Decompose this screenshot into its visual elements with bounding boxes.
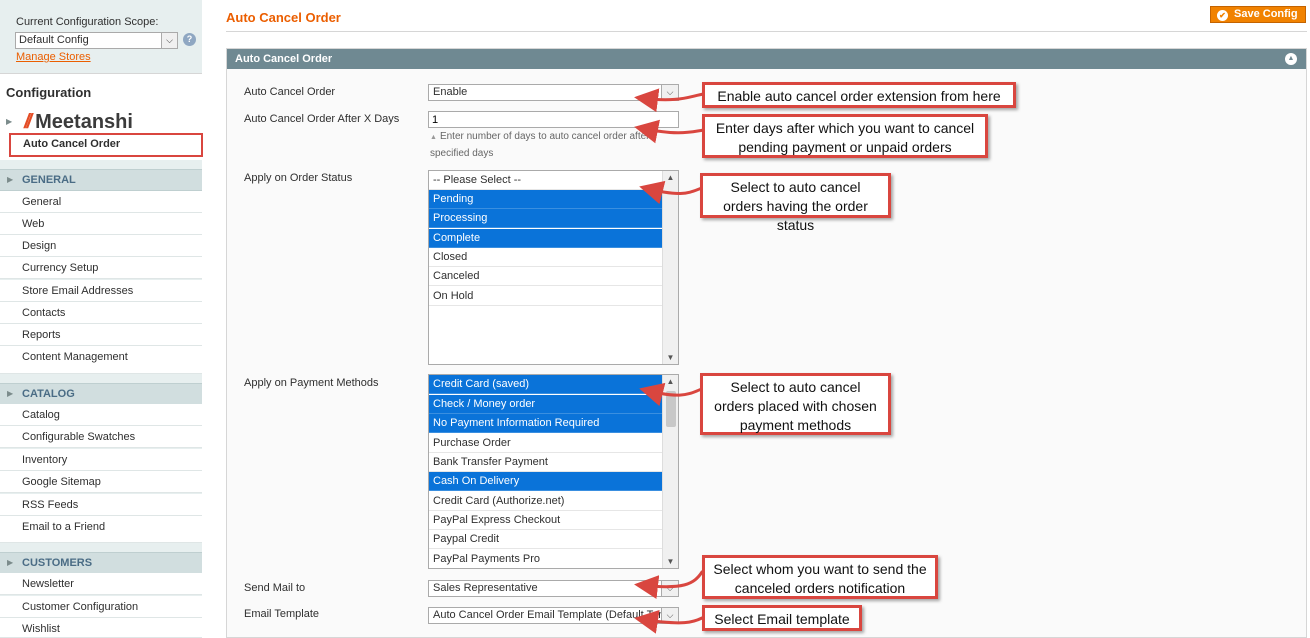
after-days-label: Auto Cancel Order After X Days: [244, 113, 400, 125]
sidebar-item-catalog[interactable]: Catalog: [0, 404, 202, 426]
scope-select-value: Default Config: [19, 34, 89, 46]
sidebar-item-store-email-addresses[interactable]: Store Email Addresses: [0, 280, 202, 302]
order-status-label: Apply on Order Status: [244, 172, 353, 184]
send-mail-select[interactable]: Sales Representative ⌵: [428, 580, 679, 597]
caret-right-icon: ▶: [7, 558, 14, 567]
chevron-down-icon: ⌵: [661, 581, 678, 596]
callout-days: Enter days after which you want to cance…: [702, 114, 988, 158]
save-config-button[interactable]: ✔ Save Config: [1210, 6, 1306, 23]
chevron-down-icon: ⌵: [661, 608, 678, 623]
sidebar-item-customer-configuration[interactable]: Customer Configuration: [0, 596, 202, 618]
auto-cancel-label: Auto Cancel Order: [244, 86, 336, 98]
auto-cancel-value: Enable: [433, 86, 468, 98]
email-template-label: Email Template: [244, 608, 319, 620]
order-status-option[interactable]: Pending: [429, 190, 662, 209]
payment-methods-multiselect[interactable]: Credit Card (saved) Check / Money order …: [428, 374, 679, 569]
payment-method-option[interactable]: Credit Card (Authorize.net): [429, 492, 662, 511]
email-template-value: Auto Cancel Order Email Template (Defaul…: [433, 609, 679, 621]
sidebar-item-general[interactable]: General: [0, 191, 202, 213]
help-icon[interactable]: ?: [183, 33, 196, 46]
callout-status: Select to auto cancel orders having the …: [700, 173, 891, 233]
sidebar-item-contacts[interactable]: Contacts: [0, 302, 202, 324]
check-icon: ✔: [1217, 10, 1228, 21]
section-catalog[interactable]: ▶ CATALOG: [0, 383, 202, 405]
payment-methods-label: Apply on Payment Methods: [244, 377, 379, 389]
collapse-up-icon[interactable]: ▲: [1285, 53, 1297, 65]
callout-template: Select Email template: [702, 605, 862, 631]
payment-method-option[interactable]: PayPal Payments Pro: [429, 550, 662, 568]
sidebar: Current Configuration Scope: Default Con…: [0, 0, 203, 638]
manage-stores-link[interactable]: Manage Stores: [16, 51, 91, 63]
order-status-option[interactable]: Complete: [429, 229, 662, 248]
payment-method-option[interactable]: Credit Card (saved): [429, 375, 662, 394]
order-status-option[interactable]: -- Please Select --: [429, 171, 662, 190]
sidebar-item-web[interactable]: Web: [0, 213, 202, 235]
sidebar-item-inventory[interactable]: Inventory: [0, 449, 202, 471]
after-days-hint: ▲ Enter number of days to auto cancel ord…: [430, 129, 670, 162]
order-status-option[interactable]: On Hold: [429, 287, 662, 306]
order-status-option[interactable]: Closed: [429, 248, 662, 267]
sidebar-item-google-sitemap[interactable]: Google Sitemap: [0, 471, 202, 493]
email-template-select[interactable]: Auto Cancel Order Email Template (Defaul…: [428, 607, 679, 624]
sidebar-item-configurable-swatches[interactable]: Configurable Swatches: [0, 426, 202, 448]
sidebar-item-currency-setup[interactable]: Currency Setup: [0, 257, 202, 279]
section-title: GENERAL: [22, 174, 76, 186]
after-days-input[interactable]: [428, 111, 679, 128]
save-config-label: Save Config: [1234, 8, 1298, 20]
section-title: CATALOG: [22, 388, 75, 400]
section-title: CUSTOMERS: [22, 557, 93, 569]
scroll-down-icon[interactable]: ▼: [663, 353, 678, 362]
scope-select[interactable]: Default Config ⌵: [15, 32, 178, 49]
payment-method-option[interactable]: Paypal Credit: [429, 530, 662, 549]
payment-method-option[interactable]: Check / Money order: [429, 395, 662, 414]
order-status-scrollbar[interactable]: ▲ ▼: [662, 171, 678, 364]
caret-up-icon: ▲: [430, 134, 437, 141]
order-status-option[interactable]: Canceled: [429, 267, 662, 286]
sidebar-item-design[interactable]: Design: [0, 235, 202, 257]
send-mail-value: Sales Representative: [433, 582, 538, 594]
sidebar-item-rss-feeds[interactable]: RSS Feeds: [0, 494, 202, 516]
callout-enable: Enable auto cancel order extension from …: [702, 82, 1016, 108]
scroll-up-icon[interactable]: ▲: [663, 173, 678, 182]
chevron-down-icon: ⌵: [661, 85, 678, 100]
scope-switcher: Current Configuration Scope: Default Con…: [0, 0, 202, 74]
divider: [226, 31, 1307, 32]
scroll-down-icon[interactable]: ▼: [663, 557, 678, 566]
callout-mail: Select whom you want to send the cancele…: [702, 555, 938, 599]
meetanshi-logo-icon: //: [24, 110, 32, 133]
brand-name: Meetanshi: [35, 110, 133, 133]
sidebar-item-content-management[interactable]: Content Management: [0, 346, 202, 374]
order-status-multiselect[interactable]: -- Please Select -- Pending Processing C…: [428, 170, 679, 365]
section-customers[interactable]: ▶ CUSTOMERS: [0, 552, 202, 574]
sidebar-item-reports[interactable]: Reports: [0, 324, 202, 346]
callout-payment: Select to auto cancel orders placed with…: [700, 373, 891, 435]
scrollbar-thumb[interactable]: [666, 391, 676, 427]
scope-label: Current Configuration Scope:: [16, 16, 159, 28]
auto-cancel-select[interactable]: Enable ⌵: [428, 84, 679, 101]
sidebar-item-auto-cancel-order[interactable]: Auto Cancel Order: [9, 133, 203, 157]
panel-header[interactable]: Auto Cancel Order ▲: [227, 49, 1306, 69]
panel-title: Auto Cancel Order: [235, 53, 333, 65]
caret-right-icon: ▶: [7, 389, 14, 398]
payment-method-option[interactable]: Purchase Order: [429, 434, 662, 453]
brand-logo: // Meetanshi: [24, 111, 133, 133]
scroll-up-icon[interactable]: ▲: [663, 377, 678, 386]
sidebar-item-wishlist[interactable]: Wishlist: [0, 618, 202, 638]
caret-right-icon: ▶: [7, 175, 14, 184]
after-days-hint-text: Enter number of days to auto cancel orde…: [430, 131, 650, 159]
caret-right-icon: ▶: [6, 117, 13, 126]
order-status-option[interactable]: Processing: [429, 209, 662, 228]
page-title: Auto Cancel Order: [226, 10, 341, 25]
payment-method-option[interactable]: No Payment Information Required: [429, 414, 662, 433]
payment-method-option[interactable]: Cash On Delivery: [429, 472, 662, 491]
section-general[interactable]: ▶ GENERAL: [0, 169, 202, 191]
payment-method-option[interactable]: Bank Transfer Payment: [429, 453, 662, 472]
chevron-down-icon: ⌵: [161, 33, 177, 48]
payment-method-option[interactable]: PayPal Express Checkout: [429, 511, 662, 530]
sidebar-item-email-to-a-friend[interactable]: Email to a Friend: [0, 516, 202, 543]
send-mail-label: Send Mail to: [244, 582, 306, 594]
sidebar-item-newsletter[interactable]: Newsletter: [0, 573, 202, 595]
configuration-heading: Configuration: [0, 74, 202, 110]
payment-methods-scrollbar[interactable]: ▲ ▼: [662, 375, 678, 568]
